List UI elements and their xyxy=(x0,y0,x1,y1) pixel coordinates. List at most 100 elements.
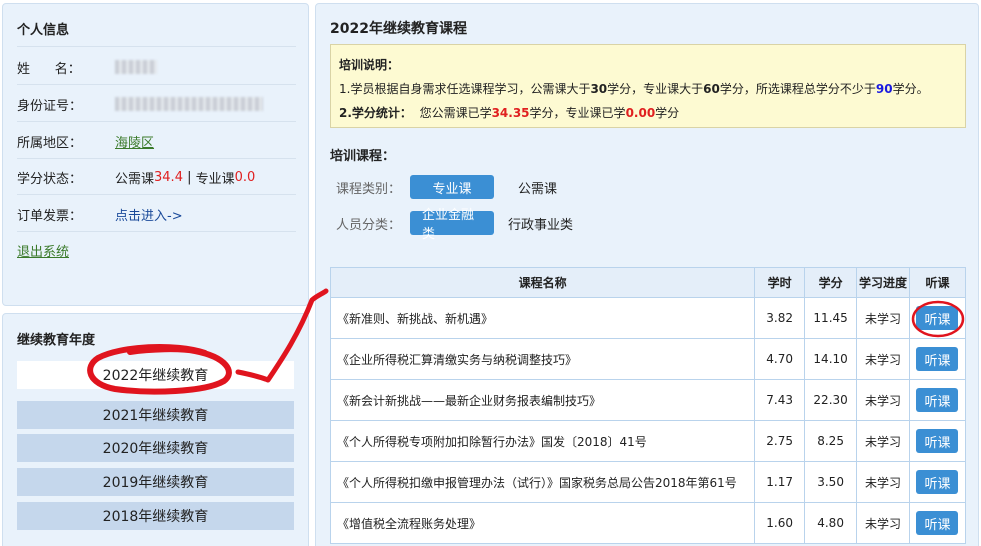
professional-credit-label: 专业课 xyxy=(195,171,235,187)
listen-cell: 听课 xyxy=(908,338,967,380)
column-header-hours: 学时 xyxy=(754,267,806,298)
education-year-panel: 继续教育年度 2022年继续教育 2021年继续教育 2020年继续教育 201… xyxy=(2,313,309,546)
column-header-progress: 学习进度 xyxy=(856,267,910,298)
notice-text: 学分，专业课大于 xyxy=(607,82,704,96)
divider xyxy=(17,231,296,232)
course-credits: 4.80 xyxy=(804,502,858,544)
logout-link[interactable]: 退出系统 xyxy=(17,241,69,260)
year-item-2022[interactable]: 2022年继续教育 xyxy=(17,361,294,389)
category-public-chip[interactable]: 公需课 xyxy=(506,175,569,199)
course-credits: 22.30 xyxy=(804,379,858,421)
id-label: 身份证号： xyxy=(17,98,83,114)
personal-info-panel: 个人信息 姓 名： 身份证号： 所属地区： 海陵区 学分状态： 公需课 34.4 … xyxy=(2,3,309,306)
region-row: 所属地区： 海陵区 xyxy=(17,131,154,151)
notice-text: 学分，所选课程总学分不少于 xyxy=(719,82,876,96)
divider xyxy=(17,84,296,85)
column-header-credits: 学分 xyxy=(804,267,858,298)
logout-row: 退出系统 xyxy=(17,240,69,260)
course-hours: 4.70 xyxy=(754,338,806,380)
region-link[interactable]: 海陵区 xyxy=(115,132,154,151)
notice-line-2: 2.学分统计： 您公需课已学34.35学分，专业课已学0.00学分 xyxy=(339,101,957,125)
course-credits: 3.50 xyxy=(804,461,858,503)
table-row: 《个人所得税专项附加扣除暂行办法》国发〔2018〕41号 2.75 8.25 未… xyxy=(329,420,967,462)
listen-button[interactable]: 听课 xyxy=(916,429,959,453)
notice-text: 学分 xyxy=(655,106,680,120)
course-credits: 11.45 xyxy=(804,297,858,339)
listen-button[interactable]: 听课 xyxy=(916,388,959,412)
credit-status-label: 学分状态： xyxy=(17,171,83,187)
course-progress: 未学习 xyxy=(856,420,910,462)
notice-line-1: 1.学员根据自身需求任选课程学习，公需课大于30学分，专业课大于60学分，所选课… xyxy=(339,77,957,101)
course-progress: 未学习 xyxy=(856,338,910,380)
course-credits: 8.25 xyxy=(804,420,858,462)
table-row: 《个人所得税扣缴申报管理办法（试行）》国家税务总局公告2018年第61号 1.1… xyxy=(329,461,967,503)
divider xyxy=(17,194,296,195)
table-header-row: 课程名称 学时 学分 学习进度 听课 xyxy=(329,267,967,298)
divider xyxy=(17,158,296,159)
training-notice: 培训说明： 1.学员根据自身需求任选课程学习，公需课大于30学分，专业课大于60… xyxy=(330,44,966,128)
total-required-credits: 90 xyxy=(875,82,893,96)
invoice-link[interactable]: 点击进入-> xyxy=(115,205,183,224)
course-hours: 1.17 xyxy=(754,461,806,503)
professional-earned-credits: 0.00 xyxy=(625,106,656,120)
listen-button[interactable]: 听课 xyxy=(916,306,959,330)
course-name: 《个人所得税专项附加扣除暂行办法》国发〔2018〕41号 xyxy=(329,420,756,462)
category-filter-label: 课程类别： xyxy=(336,181,402,197)
table-row: 《企业所得税汇算清缴实务与纳税调整技巧》 4.70 14.10 未学习 听课 xyxy=(329,338,967,380)
professional-required-credits: 60 xyxy=(703,82,720,96)
staff-filter: 人员分类： 企业金融类 行政事业类 xyxy=(336,208,585,242)
notice-text: 1.学员根据自身需求任选课程学习，公需课大于 xyxy=(339,82,591,96)
category-professional-chip[interactable]: 专业课 xyxy=(410,175,494,199)
staff-filter-label: 人员分类： xyxy=(336,217,402,233)
year-item-2020[interactable]: 2020年继续教育 xyxy=(17,434,294,462)
training-courses-label: 培训课程： xyxy=(330,149,396,164)
year-item-2021[interactable]: 2021年继续教育 xyxy=(17,401,294,429)
listen-button[interactable]: 听课 xyxy=(916,470,959,494)
public-required-credits: 30 xyxy=(590,82,608,96)
table-row: 《增值税全流程账务处理》 1.60 4.80 未学习 听课 xyxy=(329,502,967,544)
notice-text: 您公需课已学 xyxy=(419,106,492,120)
listen-cell: 听课 xyxy=(908,420,967,462)
notice-text: 学分。 xyxy=(892,82,929,96)
course-name: 《增值税全流程账务处理》 xyxy=(329,502,756,544)
credit-status-row: 学分状态： 公需课 34.4 | 专业课 0.0 xyxy=(17,167,255,187)
listen-cell: 听课 xyxy=(908,502,967,544)
course-credits: 14.10 xyxy=(804,338,858,380)
listen-cell: 听课 xyxy=(908,297,967,339)
public-credit-label: 公需课 xyxy=(115,171,155,187)
divider xyxy=(17,46,296,47)
id-row: 身份证号： xyxy=(17,94,263,114)
column-header-course-name: 课程名称 xyxy=(329,267,756,298)
invoice-row: 订单发票： 点击进入-> xyxy=(17,204,183,224)
table-row: 《新会计新挑战——最新企业财务报表编制技巧》 7.43 22.30 未学习 听课 xyxy=(329,379,967,421)
staff-enterprise-finance-chip[interactable]: 企业金融类 xyxy=(410,208,494,242)
course-hours: 2.75 xyxy=(754,420,806,462)
professional-credit-value: 0.0 xyxy=(234,169,256,185)
course-name: 《新准则、新挑战、新机遇》 xyxy=(329,297,756,339)
category-filter: 课程类别： 专业课 公需课 xyxy=(336,174,581,200)
name-row: 姓 名： xyxy=(17,57,157,77)
course-progress: 未学习 xyxy=(856,502,910,544)
courses-panel: 2022年继续教育课程 培训说明： 1.学员根据自身需求任选课程学习，公需课大于… xyxy=(315,3,979,546)
personal-info-title: 个人信息 xyxy=(17,23,70,38)
invoice-label: 订单发票： xyxy=(17,208,83,224)
name-label: 姓 名： xyxy=(17,61,81,77)
name-value-blurred xyxy=(115,60,157,74)
course-name: 《个人所得税扣缴申报管理办法（试行）》国家税务总局公告2018年第61号 xyxy=(329,461,756,503)
public-earned-credits: 34.35 xyxy=(491,106,530,120)
public-credit-value: 34.4 xyxy=(154,169,183,185)
course-name: 《企业所得税汇算清缴实务与纳税调整技巧》 xyxy=(329,338,756,380)
column-header-listen: 听课 xyxy=(908,267,967,298)
year-item-2018[interactable]: 2018年继续教育 xyxy=(17,502,294,530)
course-hours: 1.60 xyxy=(754,502,806,544)
notice-text: 学分，专业课已学 xyxy=(529,106,626,120)
listen-button[interactable]: 听课 xyxy=(916,347,959,371)
course-table: 课程名称 学时 学分 学习进度 听课 《新准则、新挑战、新机遇》 3.82 11… xyxy=(329,267,967,544)
course-progress: 未学习 xyxy=(856,461,910,503)
listen-cell: 听课 xyxy=(908,461,967,503)
credit-divider: | xyxy=(182,169,196,185)
course-hours: 7.43 xyxy=(754,379,806,421)
staff-administrative-chip[interactable]: 行政事业类 xyxy=(508,211,573,235)
year-item-2019[interactable]: 2019年继续教育 xyxy=(17,468,294,496)
listen-button[interactable]: 听课 xyxy=(916,511,959,535)
